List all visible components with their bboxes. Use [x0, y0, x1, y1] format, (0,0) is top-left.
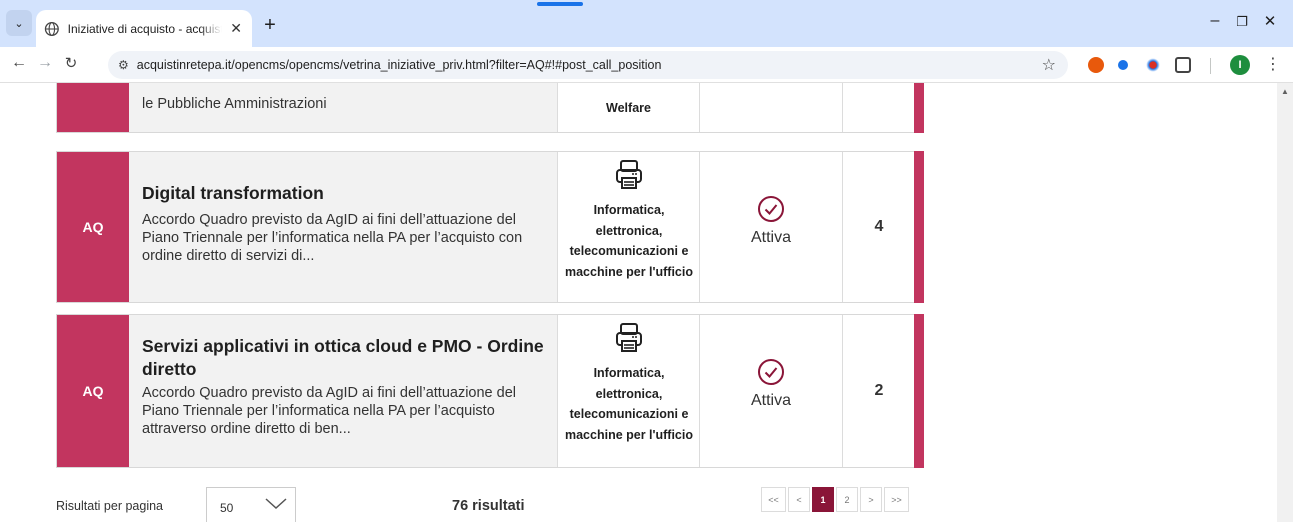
- browser-tab[interactable]: Iniziative di acquisto - acquistinretepa…: [36, 10, 252, 47]
- browser-toolbar: ← → ↻ ⚙ acquistinretepa.it/opencms/openc…: [0, 47, 1293, 83]
- tab-indicator: [537, 2, 583, 6]
- card-title[interactable]: Digital transformation: [142, 182, 544, 205]
- card-right-accent: [914, 83, 924, 133]
- last-page-button[interactable]: >>: [884, 487, 909, 512]
- card-status: Attiva: [700, 152, 843, 302]
- category-label: Welfare: [606, 101, 651, 115]
- results-per-page-select[interactable]: 50: [206, 487, 296, 522]
- back-button[interactable]: ←: [8, 54, 30, 72]
- toolbar-divider: [1210, 58, 1211, 74]
- category-label: Informatica, elettronica, telecomunicazi…: [564, 203, 693, 279]
- card-description: Accordo Quadro previsto da AgID ai fini …: [142, 385, 516, 437]
- duckduckgo-extension-icon[interactable]: [1088, 57, 1104, 73]
- card-right-accent: [914, 151, 924, 303]
- next-page-button[interactable]: >: [860, 487, 882, 512]
- card-main: le Pubbliche Amministrazioni: [129, 83, 557, 132]
- page-viewport: le Pubbliche Amministrazioni Welfare AQ …: [0, 83, 1293, 522]
- card-type-badge: AQ: [57, 315, 129, 467]
- close-tab-icon[interactable]: ✕: [228, 20, 244, 37]
- puzzle-extensions-icon[interactable]: [1175, 57, 1191, 73]
- reload-button[interactable]: ↻: [60, 54, 82, 72]
- close-window-button[interactable]: ✕: [1260, 12, 1280, 30]
- prev-page-button[interactable]: <: [788, 487, 810, 512]
- menu-kebab-icon[interactable]: ⋮: [1262, 54, 1284, 74]
- site-settings-icon[interactable]: ⚙: [118, 58, 129, 72]
- card-description: Accordo Quadro previsto da AgID ai fini …: [142, 212, 523, 264]
- url-text: acquistinretepa.it/opencms/opencms/vetri…: [136, 58, 662, 72]
- card-category: Informatica, elettronica, telecomunicazi…: [557, 315, 700, 467]
- card-type-badge: AQ: [57, 152, 129, 302]
- chevron-down-icon: [265, 498, 287, 510]
- tab-search-button[interactable]: ⌄: [6, 10, 32, 36]
- restore-button[interactable]: ❐: [1232, 14, 1252, 30]
- browser-tabstrip: ⌄ Iniziative di acquisto - acquistinrete…: [0, 0, 1293, 47]
- color-extension-icon[interactable]: [1145, 57, 1161, 73]
- minimize-button[interactable]: –: [1205, 12, 1225, 30]
- card-count: 2: [843, 315, 915, 467]
- total-results: 76 risultati: [452, 498, 525, 514]
- card-status: [700, 83, 843, 132]
- initiative-card[interactable]: AQ Digital transformation Accordo Quadro…: [56, 151, 924, 303]
- check-circle-icon: [758, 196, 784, 222]
- address-bar[interactable]: ⚙ acquistinretepa.it/opencms/opencms/vet…: [108, 51, 1068, 79]
- new-tab-button[interactable]: +: [258, 14, 282, 37]
- globe-icon: [44, 21, 59, 36]
- results-per-page-value: 50: [220, 501, 234, 515]
- card-main: Servizi applicativi in ottica cloud e PM…: [129, 315, 557, 467]
- card-status: Attiva: [700, 315, 843, 467]
- page-1-button[interactable]: 1: [812, 487, 834, 512]
- card-count: [843, 83, 915, 132]
- printer-icon: [615, 160, 642, 189]
- initiative-card-partial[interactable]: le Pubbliche Amministrazioni Welfare: [56, 83, 924, 133]
- tab-title: Iniziative di acquisto - acquistinretepa: [67, 21, 223, 36]
- scroll-up-arrow-icon[interactable]: ▲: [1281, 87, 1289, 96]
- bookmark-star-icon[interactable]: ☆: [1042, 55, 1056, 75]
- profile-avatar[interactable]: I: [1230, 55, 1250, 75]
- card-description: le Pubbliche Amministrazioni: [142, 96, 327, 112]
- card-title[interactable]: Servizi applicativi in ottica cloud e PM…: [142, 335, 544, 381]
- category-label: Informatica, elettronica, telecomunicazi…: [564, 366, 693, 442]
- page-2-button[interactable]: 2: [836, 487, 858, 512]
- printer-icon: [615, 323, 642, 352]
- card-category: Welfare: [557, 83, 700, 132]
- card-count: 4: [843, 152, 915, 302]
- forward-button[interactable]: →: [34, 54, 56, 72]
- status-text: Attiva: [750, 229, 791, 246]
- initiative-card[interactable]: AQ Servizi applicativi in ottica cloud e…: [56, 314, 924, 468]
- first-page-button[interactable]: <<: [761, 487, 786, 512]
- card-type-stripe: [57, 83, 129, 132]
- status-text: Attiva: [750, 392, 791, 409]
- card-category: Informatica, elettronica, telecomunicazi…: [557, 152, 700, 302]
- vertical-scrollbar[interactable]: ▲: [1277, 83, 1293, 522]
- results-footer: Risultati per pagina 50 76 risultati << …: [0, 487, 1277, 522]
- check-circle-icon: [758, 359, 784, 385]
- card-right-accent: [914, 314, 924, 468]
- results-per-page-label: Risultati per pagina: [56, 499, 164, 513]
- blue-extension-icon[interactable]: [1118, 60, 1128, 70]
- card-main: Digital transformation Accordo Quadro pr…: [129, 152, 557, 302]
- pagination: << < 1 2 > >>: [761, 487, 911, 512]
